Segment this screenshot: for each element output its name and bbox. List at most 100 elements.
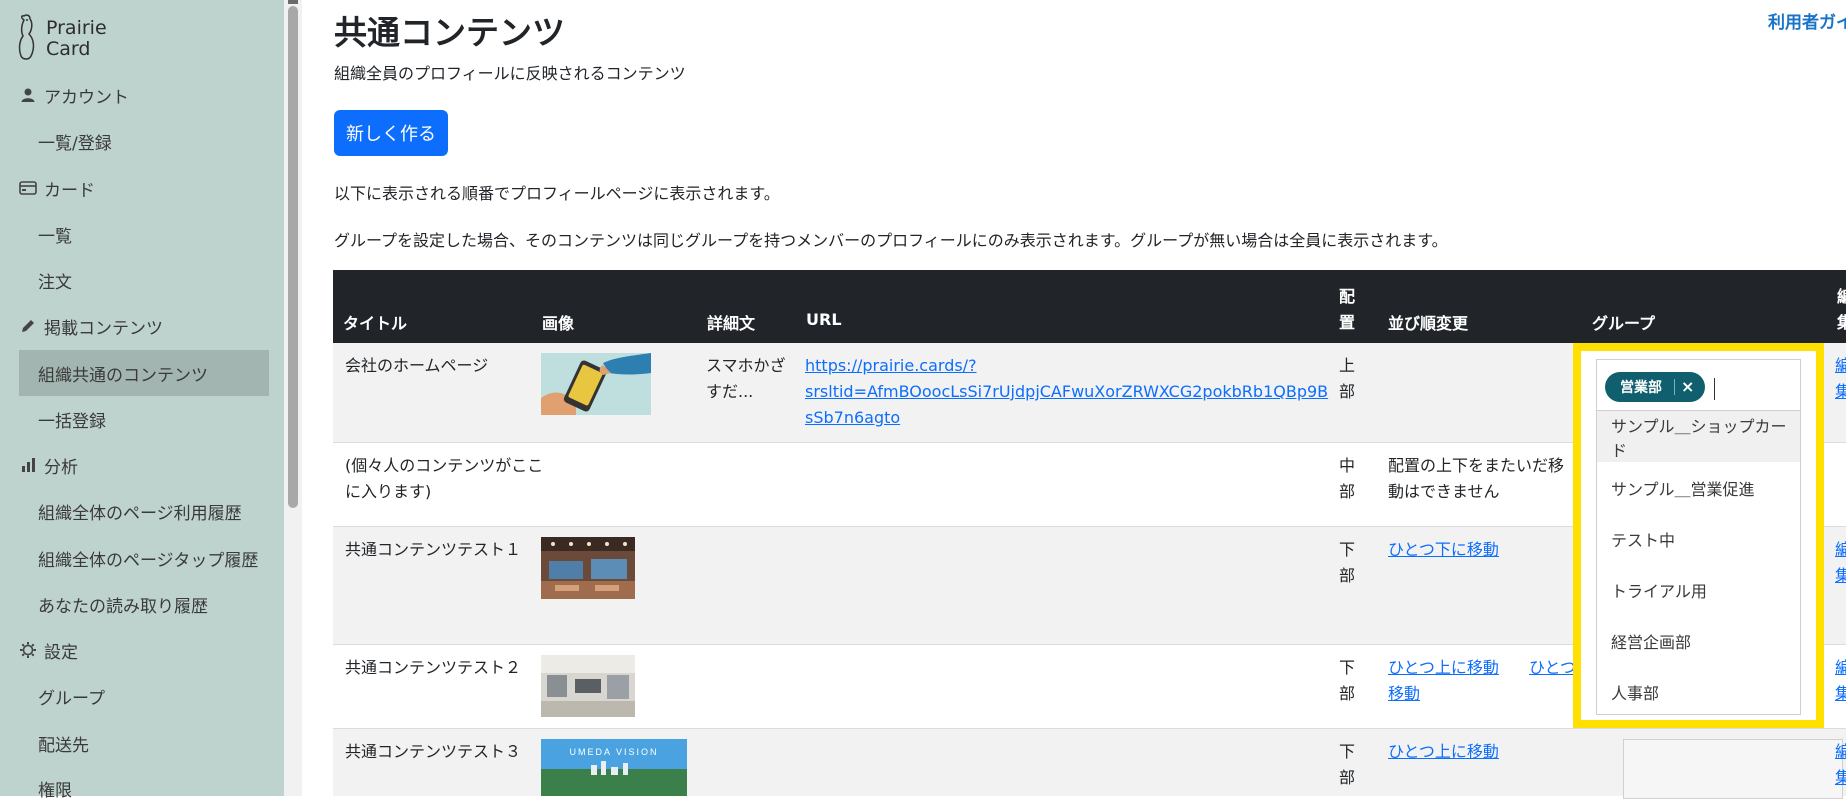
bar-chart-icon [18,455,38,475]
row-image-office[interactable] [541,537,635,599]
group-select-input[interactable] [1623,739,1843,799]
sidebar-section-label: カード [44,180,95,201]
row-image-umeda-vision[interactable]: UMEDA VISION [541,739,687,796]
column-header-image: 画像 [542,314,575,333]
row-note-line-2: 動はできません [1388,482,1500,501]
logo-line-2: Card [46,38,91,60]
move-up-link[interactable]: ひとつ上に移動 [1388,739,1499,765]
sidebar-section-analytics[interactable]: 分析 [18,450,78,480]
row-url-link-line-3[interactable]: sSb7n6agto [805,405,900,431]
row-detail-line-1: スマホかざ [706,356,786,375]
selected-group-tag: 営業部 × [1605,372,1705,402]
sidebar-item-card-list[interactable]: 一覧 [38,219,72,249]
row-detail-line-2: すだ... [706,382,754,401]
bear-logo-icon [18,14,35,60]
group-option[interactable]: テスト中 [1597,513,1800,564]
column-header-placement-2: 置 [1339,313,1356,332]
column-header-placement-1: 配 [1339,287,1356,306]
row-title: 共通コンテンツテスト３ [345,742,522,761]
edit-link-1a[interactable]: 編 [1835,353,1846,379]
sidebar-section-label: 掲載コンテンツ [44,318,163,339]
column-header-reorder: 並び順変更 [1388,314,1469,333]
sidebar-item-read-history[interactable]: あなたの読み取り履歴 [38,589,208,619]
scrollbar-arrow[interactable] [288,0,298,4]
sidebar-item-bulk-register[interactable]: 一括登録 [38,404,106,434]
logo-line-1: Prairie [46,17,107,39]
group-select-control[interactable]: 営業部 × [1596,359,1801,410]
group-option[interactable]: 人事部 [1597,666,1800,717]
prairie-card-logo[interactable]: Prairie Card [16,14,136,64]
row-image-office-space[interactable] [541,655,635,717]
create-new-button[interactable]: 新しく作る [334,110,448,156]
edit-link-4a[interactable]: 編 [1835,655,1846,681]
sidebar-section-settings[interactable]: 設定 [18,635,78,665]
row-title: 共通コンテンツテスト１ [345,540,522,559]
column-header-edit-2: 集 [1837,313,1846,332]
edit-link-4b[interactable]: 集 [1835,681,1846,707]
info-group-text: グループを設定した場合、そのコンテンツは同じグループを持つメンバーのプロフィール… [334,231,1448,250]
credit-card-icon [18,178,38,198]
umeda-vision-caption: UMEDA VISION [569,747,658,757]
row-placement-1: 下 [1339,742,1356,761]
row-title-line-1: (個々人のコンテンツがここ [345,456,544,475]
edit-link-1b[interactable]: 集 [1835,379,1846,405]
group-option[interactable]: サンプル＿ショップカード [1597,411,1800,462]
edit-link-5b[interactable]: 集 [1835,765,1846,791]
row-placement-1: 上 [1339,356,1356,375]
sidebar-item-page-usage[interactable]: 組織全体のページ利用履歴 [38,496,242,526]
move-down-link[interactable]: ひとつ下に移動 [1388,537,1499,563]
row-placement-2: 部 [1339,768,1356,787]
row-placement-2: 部 [1339,684,1356,703]
user-guide-link[interactable]: 利用者ガイ [1768,8,1846,33]
column-header-title: タイトル [343,314,408,333]
sidebar-item-shipping[interactable]: 配送先 [38,728,89,758]
info-order-text: 以下に表示される順番でプロフィールページに表示されます。 [334,184,780,203]
edit-link-5a[interactable]: 編 [1835,739,1846,765]
sidebar-item-page-tap[interactable]: 組織全体のページタップ履歴 [38,543,258,573]
person-icon [18,85,38,105]
row-placement-1: 中 [1339,456,1356,475]
row-title-line-2: に入ります) [345,482,432,501]
pencil-icon [18,316,38,336]
row-url-link-line-1[interactable]: https://prairie.cards/? [805,353,977,379]
sidebar-scrollbar[interactable] [284,0,302,796]
sidebar-section-card[interactable]: カード [18,173,95,203]
move-up-link[interactable]: ひとつ上に移動 [1388,655,1499,681]
scrollbar-thumb[interactable] [288,6,298,508]
row-note-line-1: 配置の上下をまたいだ移 [1388,456,1565,475]
gear-icon [18,640,38,660]
row-placement-2: 部 [1339,482,1356,501]
column-header-group: グループ [1592,314,1656,333]
sidebar-section-label: 分析 [44,457,78,478]
sidebar-section-label: アカウント [44,87,129,108]
sidebar-section-label: 設定 [44,642,78,663]
move-down-link-line-2[interactable]: 移動 [1388,681,1420,707]
row-placement-2: 部 [1339,566,1356,585]
page-title: 共通コンテンツ [334,13,565,52]
edit-link-3b[interactable]: 集 [1835,563,1846,589]
sidebar-item-common-content[interactable]: 組織共通のコンテンツ [38,358,208,388]
text-cursor [1714,378,1715,400]
sidebar: Prairie Card アカウント 一覧/登録 カード 一覧 注文 掲載コンテ… [0,0,284,801]
sidebar-item-group[interactable]: グループ [38,681,105,711]
edit-link-3a[interactable]: 編 [1835,537,1846,563]
sidebar-item-card-order[interactable]: 注文 [38,265,72,295]
sidebar-section-content[interactable]: 掲載コンテンツ [18,311,163,341]
sidebar-item-permission[interactable]: 権限 [38,773,72,803]
group-option[interactable]: トライアル用 [1597,564,1800,615]
sidebar-section-account[interactable]: アカウント [18,80,129,110]
group-option[interactable]: サンプル＿営業促進 [1597,462,1800,513]
row-url-link-line-2[interactable]: srsltid=AfmBOoocLsSi7rUjdpjCAFwuXorZRWXC… [805,379,1328,405]
table-row: 共通コンテンツテスト３ UMEDA VISION 下 部 ひとつ上に移動 [333,729,1846,799]
row-image-phone-payment[interactable] [541,353,651,415]
page-subtitle: 組織全員のプロフィールに反映されるコンテンツ [334,64,686,83]
column-header-detail: 詳細文 [707,314,756,333]
column-header-edit-1: 編 [1837,287,1846,306]
sidebar-item-account-list[interactable]: 一覧/登録 [38,126,112,156]
group-option[interactable]: 経営企画部 [1597,615,1800,666]
group-options-list: サンプル＿ショップカード サンプル＿営業促進 テスト中 トライアル用 経営企画部… [1596,410,1801,715]
remove-tag-icon[interactable]: × [1681,377,1694,396]
selected-group-label: 営業部 [1620,380,1662,396]
table-header: タイトル 画像 詳細文 URL 配 置 並び順変更 グループ 編 集 [333,270,1846,343]
column-header-url: URL [806,310,842,329]
